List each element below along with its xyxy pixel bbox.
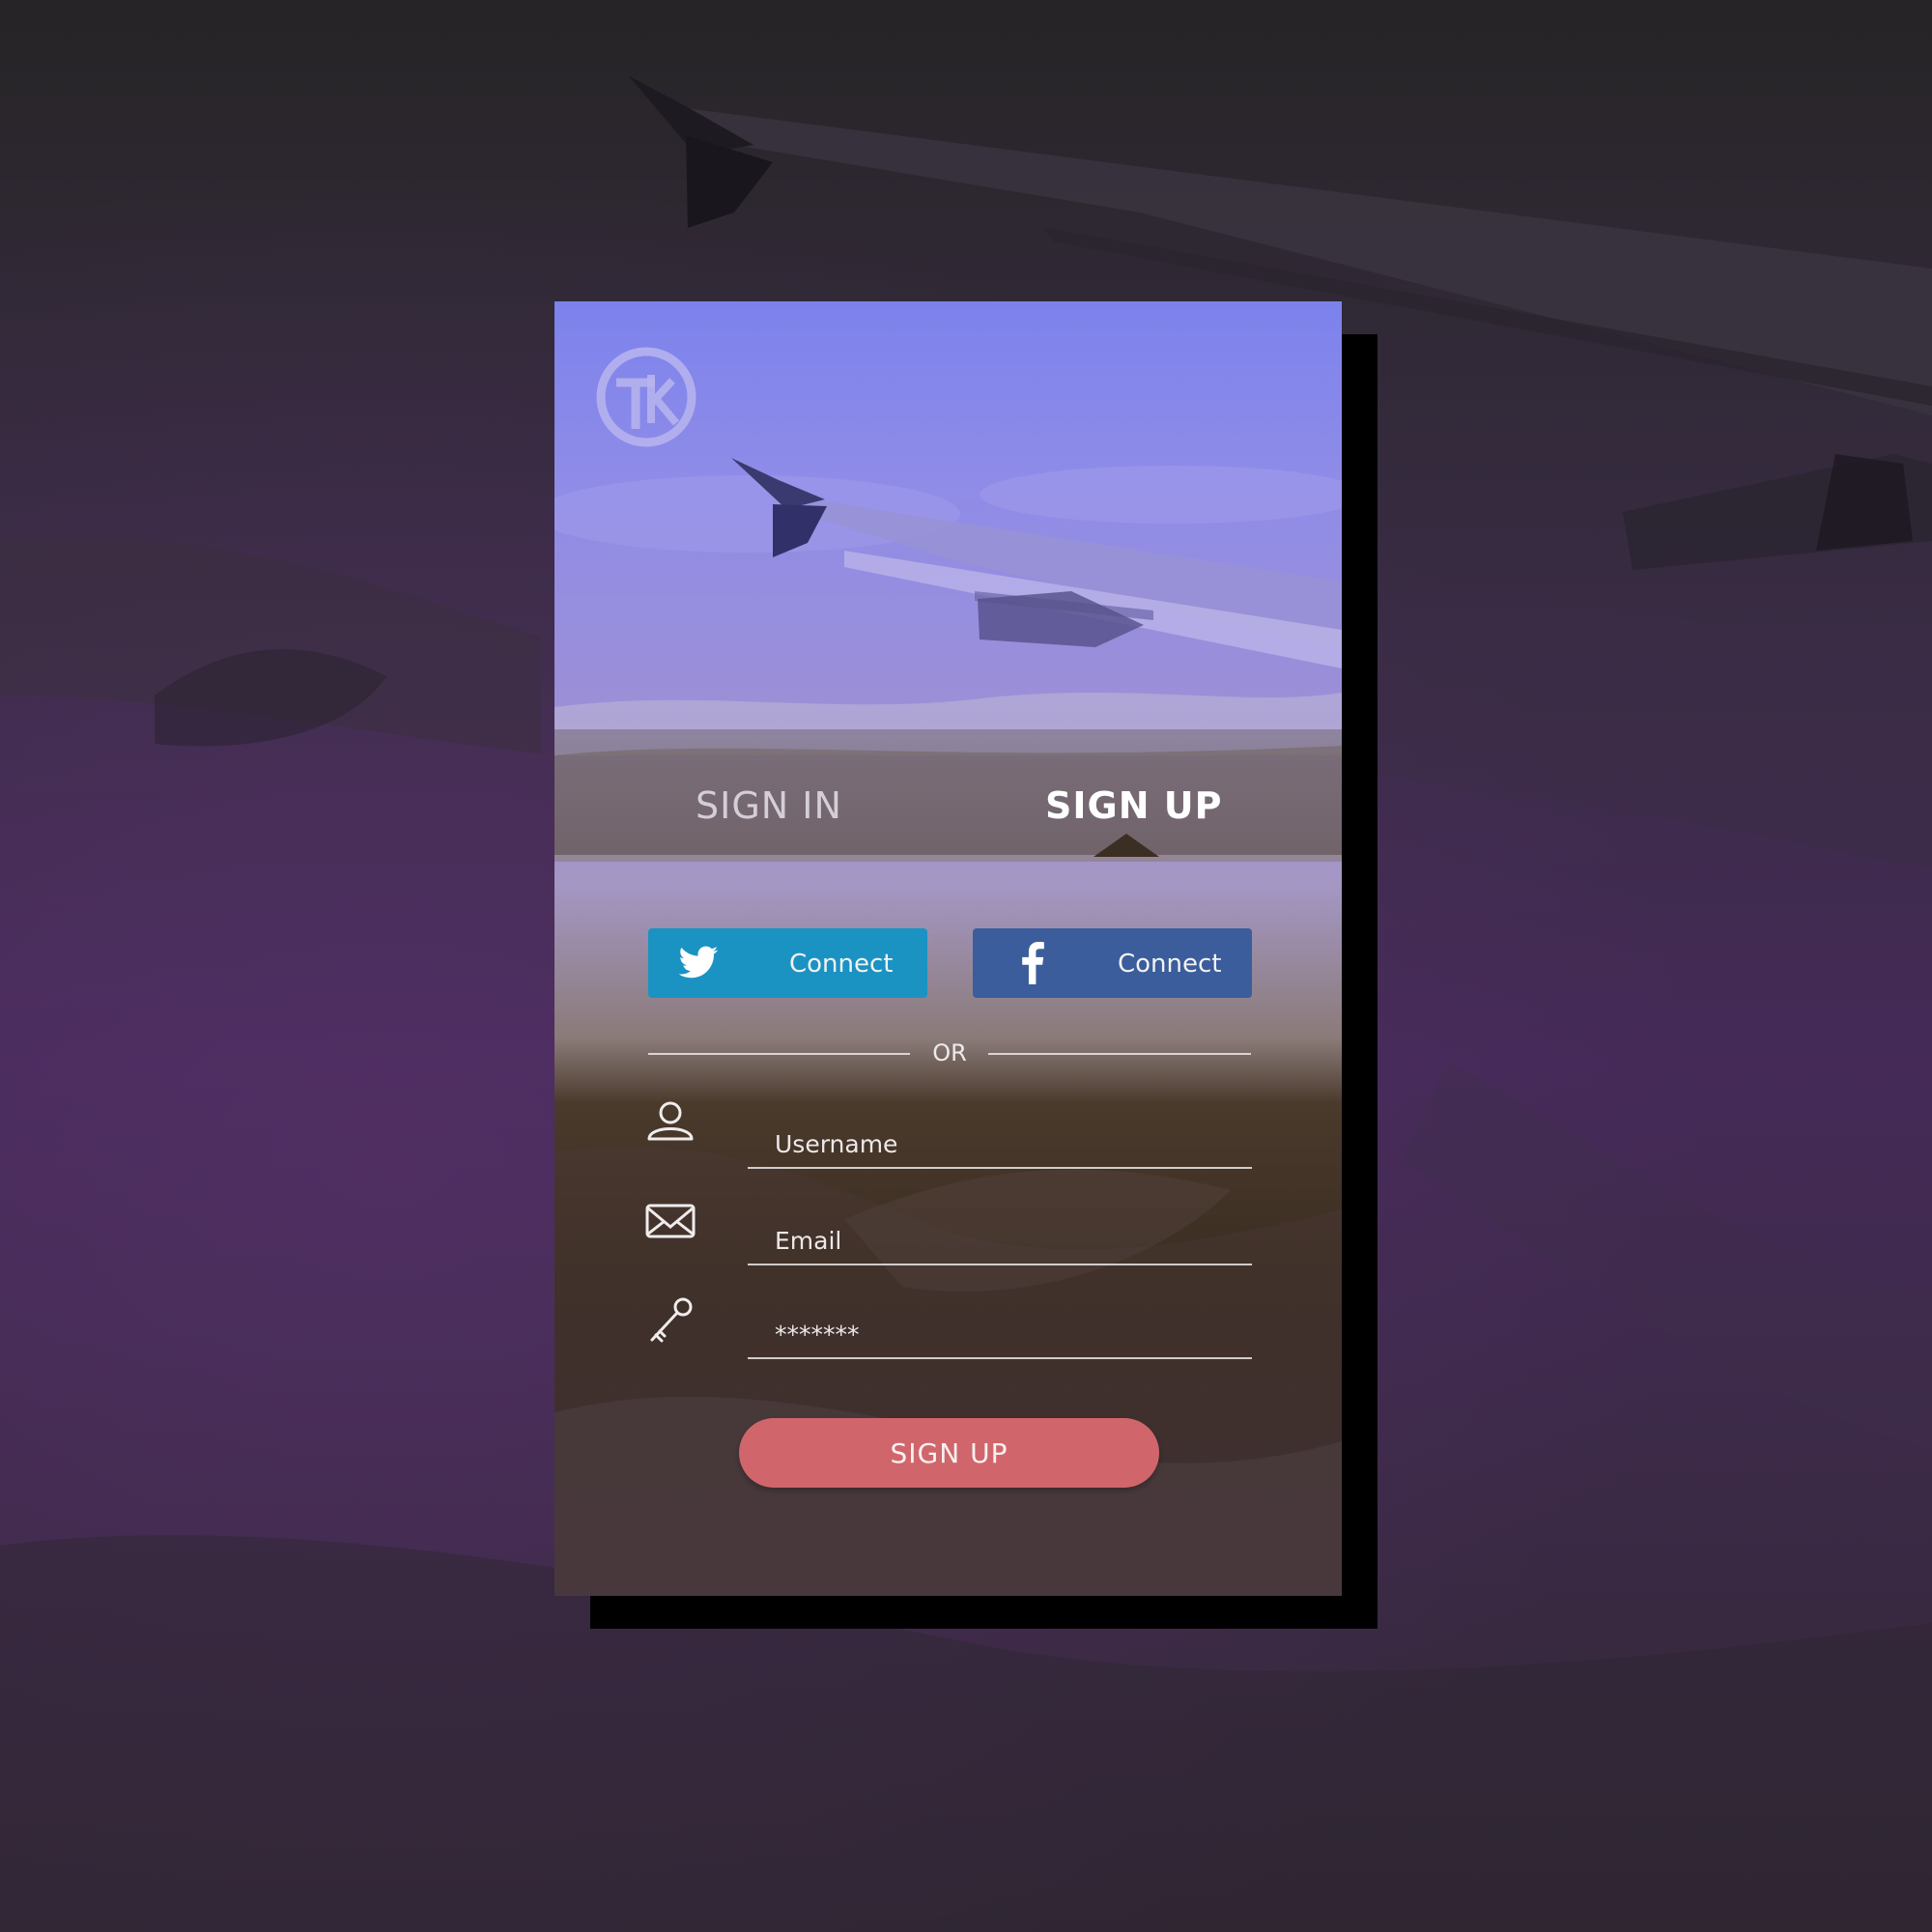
key-icon: [650, 1297, 693, 1343]
brand-logo: [596, 347, 696, 447]
tab-sign-in[interactable]: SIGN IN: [696, 784, 842, 827]
divider-or-text: OR: [932, 1039, 967, 1066]
divider-line-right: [988, 1053, 1251, 1055]
signup-card: SIGN IN SIGN UP Connect Connect OR Usern…: [554, 301, 1342, 1596]
envelope-icon: [645, 1204, 696, 1238]
sign-up-button[interactable]: SIGN UP: [739, 1418, 1159, 1488]
user-icon: [647, 1101, 694, 1141]
page-background: SIGN IN SIGN UP Connect Connect OR Usern…: [0, 0, 1932, 1932]
twitter-connect-label: Connect: [789, 950, 894, 979]
twitter-connect-button[interactable]: Connect: [648, 928, 927, 998]
email-input[interactable]: [748, 1217, 1252, 1265]
tab-sign-up[interactable]: SIGN UP: [1045, 784, 1222, 827]
facebook-connect-label: Connect: [1118, 950, 1222, 979]
active-tab-indicator: [1094, 834, 1159, 857]
twitter-icon: [678, 946, 719, 979]
facebook-connect-button[interactable]: Connect: [973, 928, 1252, 998]
tab-bar: [554, 729, 1342, 855]
password-input[interactable]: [748, 1311, 1252, 1359]
username-input[interactable]: [748, 1121, 1252, 1169]
divider-line-left: [648, 1053, 910, 1055]
facebook-icon: [1022, 942, 1044, 984]
